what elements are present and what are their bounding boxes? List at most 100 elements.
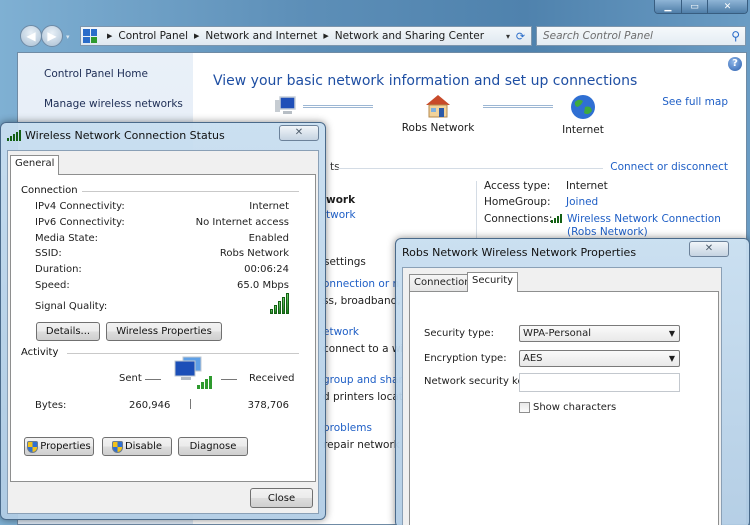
vertical-divider: [476, 181, 477, 241]
map-node-internet[interactable]: Internet: [553, 93, 613, 136]
homegroup-sharing-desc-partial: d printers locat: [323, 391, 403, 403]
disable-button[interactable]: Disable: [102, 437, 172, 456]
speed-label: Speed:: [35, 280, 70, 291]
security-tab-page: Security type: WPA-Personal ▼ Encryption…: [409, 291, 719, 525]
dialog-body: Connection Security Security type: WPA-P…: [402, 267, 722, 525]
navigation-bar: ◀ ▶ ▾ ▶ Control Panel ▶ Network and Inte…: [16, 25, 746, 47]
maximize-button[interactable]: ▭: [681, 0, 707, 13]
dialog-body: General Connection IPv4 Connectivity: In…: [7, 150, 319, 514]
signal-quality-icon: [270, 293, 289, 314]
see-full-map-link[interactable]: See full map: [662, 96, 728, 108]
window-controls: ▁ ▭ ✕: [654, 0, 748, 14]
map-node-computer[interactable]: [273, 95, 297, 122]
forward-button[interactable]: ▶: [41, 25, 63, 47]
close-window-button[interactable]: ✕: [707, 0, 747, 13]
connect-or-disconnect-link[interactable]: Connect or disconnect: [610, 161, 728, 173]
troubleshoot-link-partial[interactable]: problems: [323, 422, 372, 434]
search-placeholder: Search Control Panel: [543, 30, 653, 42]
breadcrumb-separator-icon[interactable]: ▶: [107, 32, 112, 40]
wireless-connection-link[interactable]: Wireless Network Connection: [567, 213, 721, 225]
dialog-title: Robs Network Wireless Network Properties: [402, 246, 637, 259]
home-network-icon: [426, 95, 450, 118]
recent-pages-dropdown[interactable]: ▾: [66, 33, 70, 41]
breadcrumb-control-panel[interactable]: Control Panel: [118, 30, 188, 42]
tab-general[interactable]: General: [10, 155, 60, 175]
general-tab-page: Connection IPv4 Connectivity: Internet I…: [10, 174, 316, 482]
media-state-value: Enabled: [248, 233, 289, 244]
ipv6-value: No Internet access: [195, 217, 289, 228]
map-node-label: Internet: [562, 124, 604, 136]
globe-icon: [571, 95, 595, 119]
tab-security[interactable]: Security: [467, 272, 519, 292]
ipv6-label: IPv6 Connectivity:: [35, 217, 125, 228]
search-input[interactable]: Search Control Panel ⚲: [536, 26, 746, 46]
address-bar[interactable]: ▶ Control Panel ▶ Network and Internet ▶…: [80, 26, 516, 46]
dialog-title: Wireless Network Connection Status: [25, 129, 225, 142]
wireless-signal-icon: [7, 130, 21, 141]
duration-label: Duration:: [35, 264, 82, 275]
security-type-select[interactable]: WPA-Personal ▼: [519, 325, 680, 342]
refresh-icon: ⟳: [515, 29, 526, 43]
bytes-received-value: 378,706: [247, 400, 289, 411]
map-connector-line: [483, 105, 553, 108]
breadcrumb-separator-icon[interactable]: ▶: [194, 32, 199, 40]
network-security-key-label: Network security key: [424, 376, 530, 387]
breadcrumb-separator-icon[interactable]: ▶: [323, 32, 328, 40]
control-panel-home-link[interactable]: Control Panel Home: [44, 68, 148, 80]
signal-bar: [286, 293, 289, 314]
minimize-button[interactable]: ▁: [655, 0, 681, 13]
close-icon: ✕: [294, 127, 304, 138]
manage-wireless-networks-link[interactable]: Manage wireless networks: [44, 98, 183, 110]
show-characters-checkbox[interactable]: [519, 402, 530, 413]
access-type-value: Internet: [566, 180, 608, 192]
connection-status-dialog: Wireless Network Connection Status ✕ Gen…: [0, 122, 326, 520]
connections-label: Connections:: [484, 213, 553, 225]
ssid-value: Robs Network: [219, 248, 289, 259]
details-button[interactable]: Details...: [36, 322, 100, 341]
homegroup-sharing-link-partial[interactable]: group and shar: [323, 374, 403, 386]
security-type-label: Security type:: [424, 328, 494, 339]
dialog-title-bar: Robs Network Wireless Network Properties: [402, 246, 636, 259]
signal-bar: [274, 305, 277, 314]
network-security-key-input[interactable]: [519, 373, 680, 392]
help-icon[interactable]: ?: [728, 57, 742, 71]
bytes-sent-value: 260,946: [129, 400, 171, 411]
properties-button-label: Properties: [40, 441, 91, 452]
setup-connection-link-partial[interactable]: onnection or n: [323, 278, 399, 290]
signal-bar: [278, 301, 281, 314]
close-dialog-button[interactable]: ✕: [279, 125, 319, 141]
properties-button[interactable]: Properties: [24, 437, 94, 456]
control-panel-icon: [83, 29, 97, 43]
diagnose-button[interactable]: Diagnose: [178, 437, 248, 456]
wireless-properties-button[interactable]: Wireless Properties: [106, 322, 222, 341]
encryption-type-label: Encryption type:: [424, 353, 507, 364]
connect-network-link-partial[interactable]: etwork: [323, 326, 359, 338]
close-button[interactable]: Close: [250, 488, 313, 508]
activity-divider: [190, 399, 191, 409]
map-connector-line: [303, 105, 373, 108]
uac-shield-icon: [27, 440, 39, 453]
refresh-button[interactable]: ⟳: [510, 26, 532, 46]
media-state-label: Media State:: [35, 233, 99, 244]
close-dialog-button[interactable]: ✕: [689, 241, 729, 257]
breadcrumb-network-and-internet[interactable]: Network and Internet: [205, 30, 317, 42]
map-node-robs-network[interactable]: Robs Network: [398, 93, 478, 134]
signal-strength-icon: [551, 214, 562, 223]
search-icon[interactable]: ⚲: [731, 29, 740, 43]
tab-connection[interactable]: Connection: [409, 274, 476, 292]
close-icon: ✕: [704, 243, 714, 254]
chevron-down-icon: ▼: [668, 329, 675, 338]
show-characters-label[interactable]: Show characters: [533, 402, 616, 413]
homegroup-joined-link[interactable]: Joined: [566, 196, 598, 208]
wireless-properties-dialog: Robs Network Wireless Network Properties…: [395, 238, 750, 525]
breadcrumb-network-sharing-center[interactable]: Network and Sharing Center: [335, 30, 484, 42]
encryption-type-select[interactable]: AES ▼: [519, 350, 680, 367]
received-line: [221, 379, 237, 380]
network-type-link-partial[interactable]: twork: [326, 209, 356, 221]
page-title: View your basic network information and …: [213, 73, 638, 89]
map-node-label: Robs Network: [401, 122, 475, 134]
ipv4-label: IPv4 Connectivity:: [35, 201, 125, 212]
connect-network-desc-partial: connect to a wi: [323, 343, 404, 355]
wireless-connection-ssid-link[interactable]: (Robs Network): [567, 226, 648, 238]
back-button[interactable]: ◀: [20, 25, 42, 47]
